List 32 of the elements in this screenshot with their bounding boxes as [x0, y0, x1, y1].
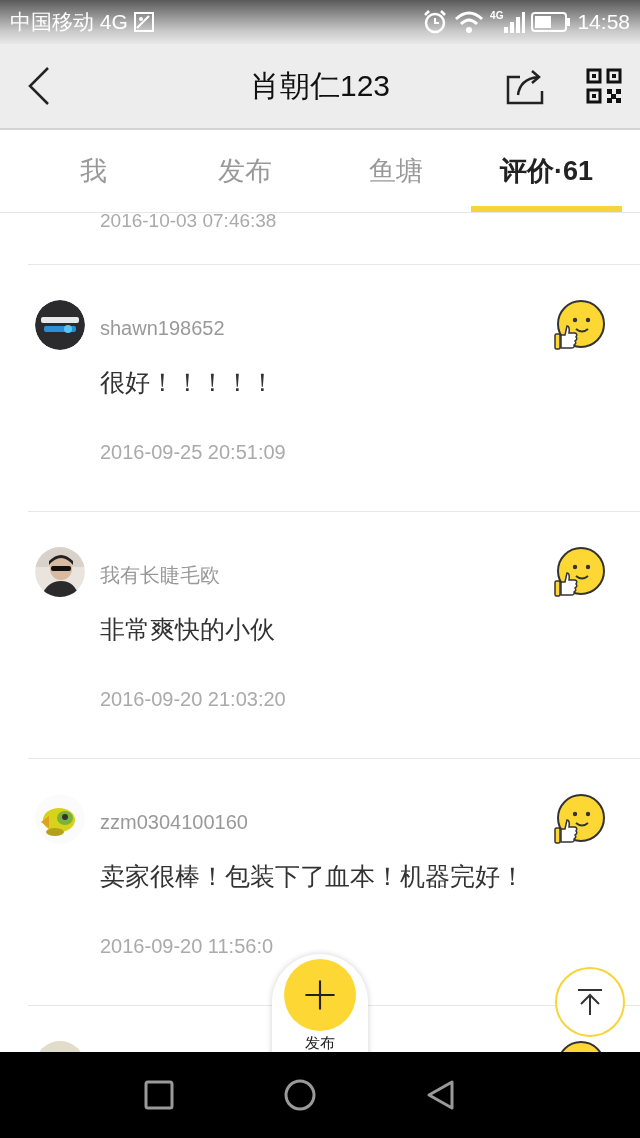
carrier-text: 中国移动 4G: [10, 9, 128, 35]
page-title: 肖朝仁123: [249, 68, 391, 102]
thumbs-up-smiley-icon: [553, 794, 605, 846]
share-button[interactable]: [506, 67, 544, 105]
review-comment: 卖家很棒！包装下了血本！机器完好！: [100, 861, 526, 892]
home-button[interactable]: [284, 1079, 316, 1111]
tab[interactable]: 我: [18, 130, 169, 212]
publish-button[interactable]: 发布: [272, 954, 368, 1052]
review-date: 2016-09-20 11:56:0: [100, 935, 275, 958]
review-comment: 非常爽快的小伙: [100, 614, 276, 645]
recent-apps-button[interactable]: [144, 1080, 174, 1110]
review-date: 2016-09-25 20:51:09: [100, 441, 287, 464]
tab[interactable]: 鱼塘: [320, 130, 471, 212]
thumbs-up-smiley-icon: [553, 300, 605, 352]
image-icon: [133, 12, 154, 32]
thumbs-up-smiley-icon: [553, 547, 605, 599]
review-date: 2016-10-03 07:46:38: [100, 213, 277, 231]
network-label: 4G: [490, 10, 504, 21]
user-name: shawn198652: [100, 315, 226, 340]
user-name: zzm0304100160: [100, 809, 249, 834]
review-date: 2016-09-20 21:03:20: [100, 688, 287, 711]
clock-time: 14:58: [577, 10, 630, 34]
battery-icon: [531, 11, 572, 33]
wifi-icon: [454, 10, 485, 34]
back-nav-button[interactable]: [426, 1079, 456, 1111]
user-name: 我有长睫毛欧: [100, 562, 221, 588]
tab[interactable]: 发布: [169, 130, 320, 212]
tab[interactable]: 评价·61: [471, 130, 622, 212]
arrow-to-top-icon: [575, 987, 605, 1017]
qr-code-button[interactable]: [586, 68, 622, 104]
review-comment: 很好！！！！！: [100, 367, 276, 398]
signal-icon: [503, 10, 526, 34]
